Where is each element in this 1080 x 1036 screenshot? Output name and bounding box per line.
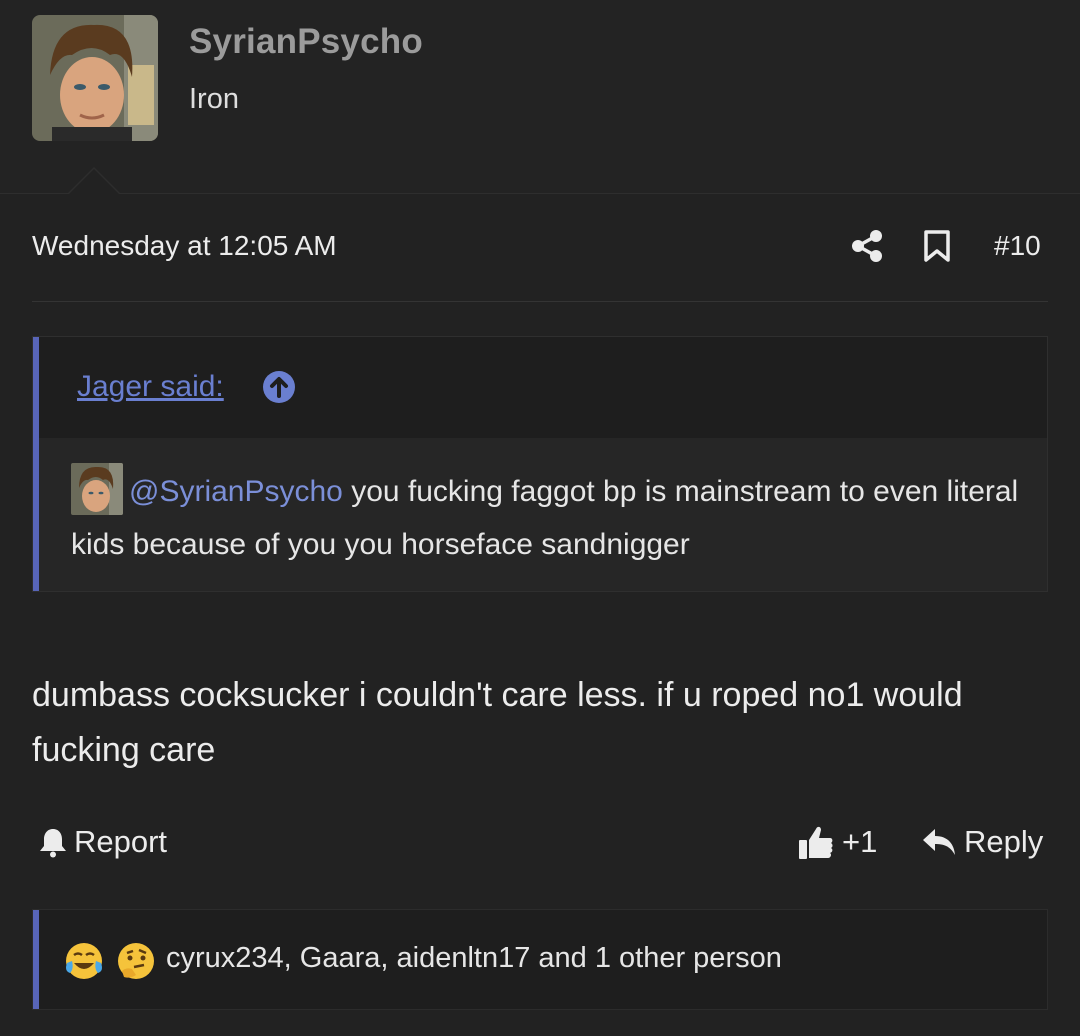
mention-avatar <box>71 463 123 515</box>
header-arrow-fill <box>69 169 119 194</box>
user-mention-link[interactable]: @SyrianPsycho <box>129 475 343 508</box>
reactions-bar: cyrux234, Gaara, aidenltn17 and 1 other … <box>32 909 1048 1010</box>
like-button[interactable]: +1 <box>798 820 877 864</box>
post-number-link[interactable]: #10 <box>994 230 1041 262</box>
report-label: Report <box>74 824 168 859</box>
reply-button[interactable]: Reply <box>922 820 1043 864</box>
user-header: SyrianPsycho Iron <box>0 0 1080 194</box>
quote-header: Jager said: <box>39 337 1047 438</box>
bell-icon <box>40 829 66 858</box>
meta-divider <box>32 301 1048 302</box>
share-icon[interactable] <box>850 229 884 263</box>
quote-block: Jager said: @SyrianPsycho you fucking fa… <box>32 336 1048 592</box>
thinking-face-emoji-icon[interactable] <box>116 941 156 981</box>
reply-arrow-icon <box>923 829 955 855</box>
user-avatar[interactable] <box>32 15 158 141</box>
quote-text: @SyrianPsycho you fucking faggot bp is m… <box>71 463 1021 571</box>
like-count: +1 <box>842 824 878 859</box>
reactions-accent-bar <box>33 910 39 1009</box>
user-title: Iron <box>189 83 239 115</box>
reactions-summary-link[interactable]: cyrux234, Gaara, aidenltn17 and 1 other … <box>166 942 782 975</box>
username[interactable]: SyrianPsycho <box>189 22 423 62</box>
post-timestamp[interactable]: Wednesday at 12:05 AM <box>32 230 337 262</box>
tears-of-joy-emoji-icon[interactable] <box>64 941 104 981</box>
message-body: dumbass cocksucker i couldn't care less.… <box>32 676 963 769</box>
arrow-up-circle-icon[interactable] <box>262 370 296 404</box>
thumbs-up-icon <box>799 826 833 859</box>
report-button[interactable]: Report <box>38 820 167 864</box>
bookmark-icon[interactable] <box>922 229 952 263</box>
reply-label: Reply <box>964 824 1044 859</box>
quote-author-link[interactable]: Jager said: <box>77 370 224 404</box>
